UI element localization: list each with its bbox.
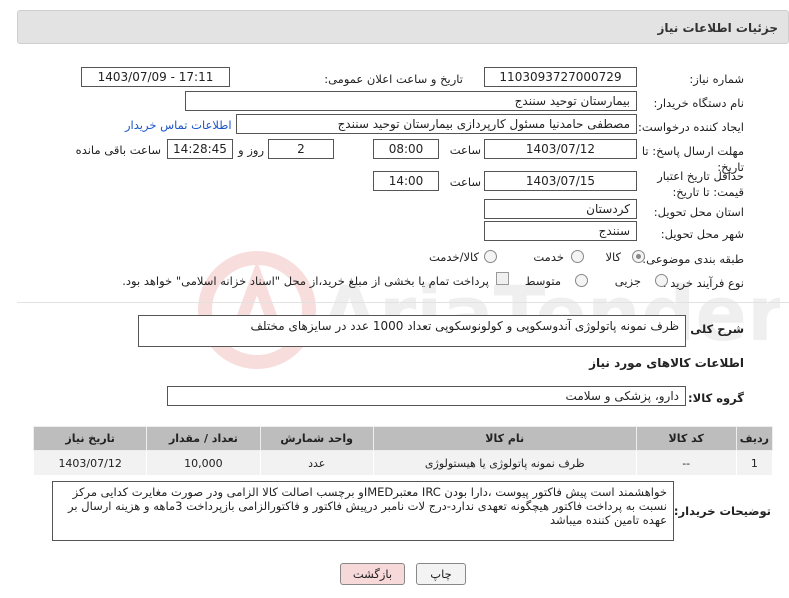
col-date: تاریخ نیاز xyxy=(32,426,148,451)
divider xyxy=(17,302,789,303)
goods-info-title: اطلاعات کالاهای مورد نیاز xyxy=(589,356,744,370)
table-row: 1 -- ظرف نمونه پاتولوژی یا هیستولوژی عدد… xyxy=(32,450,774,476)
goods-table: ردیف کد کالا نام کالا واحد شمارش تعداد /… xyxy=(32,426,774,476)
creator-field: مصطفی حامدنیا مسئول کارپردازی بیمارستان … xyxy=(236,114,637,134)
col-qty: تعداد / مقدار xyxy=(146,426,261,451)
validity-label: حداقل تاریخ اعتبار قیمت: تا تاریخ: xyxy=(657,169,744,199)
deadline-time-field: 08:00 xyxy=(373,139,439,159)
back-button[interactable]: بازگشت xyxy=(340,563,405,585)
purchase-type-label: نوع فرآیند خرید : xyxy=(662,276,744,290)
col-code: کد کالا xyxy=(635,426,737,451)
need-number-field: 1103093727000729 xyxy=(484,67,637,87)
page-title: جزئیات اطلاعات نیاز xyxy=(657,21,778,35)
purchase-option-medium: متوسط xyxy=(524,274,561,288)
category-radio-goods[interactable] xyxy=(632,250,645,263)
category-option-goods: کالا xyxy=(605,250,621,264)
days-field: 2 xyxy=(268,139,334,159)
province-field: کردستان xyxy=(484,199,637,219)
city-label: شهر محل تحویل: xyxy=(660,227,744,241)
buyer-notes-label: توضیحات خریدار: xyxy=(673,504,771,518)
validity-date-field: 1403/07/15 xyxy=(484,171,637,191)
cell-qty: 10,000 xyxy=(146,450,261,476)
announce-label: تاریخ و ساعت اعلان عمومی: xyxy=(324,72,463,86)
cell-date: 1403/07/12 xyxy=(32,450,148,476)
col-unit: واحد شمارش xyxy=(259,426,374,451)
summary-textarea[interactable]: ظرف نمونه پاتولوژی آندوسکوپی و کولونوسکو… xyxy=(138,315,686,347)
category-radio-service[interactable] xyxy=(571,250,584,263)
cell-row: 1 xyxy=(735,450,774,476)
purchase-option-minor: جزیی xyxy=(614,274,641,288)
table-header-row: ردیف کد کالا نام کالا واحد شمارش تعداد /… xyxy=(32,426,774,451)
deadline-date-field: 1403/07/12 xyxy=(484,139,637,159)
buyer-org-field: بیمارستان توحید سنندج xyxy=(185,91,637,111)
deadline-time-label: ساعت xyxy=(449,143,481,157)
category-radio-both[interactable] xyxy=(484,250,497,263)
remaining-label: ساعت باقی مانده xyxy=(75,143,161,157)
validity-time-label: ساعت xyxy=(449,175,481,189)
city-field: سنندج xyxy=(484,221,637,241)
treasury-note: پرداخت تمام یا بخشی از مبلغ خرید،از محل … xyxy=(122,274,489,288)
col-name: نام کالا xyxy=(372,426,637,451)
remaining-time-field: 14:28:45 xyxy=(167,139,233,159)
category-option-service: خدمت xyxy=(533,250,564,264)
buyer-notes-textarea[interactable]: خواهشمند است پیش فاکتور پیوست ،دارا بودن… xyxy=(52,481,674,541)
contact-info-link[interactable]: اطلاعات تماس خریدار xyxy=(125,118,232,132)
need-number-label: شماره نیاز: xyxy=(689,72,744,86)
page-header: جزئیات اطلاعات نیاز xyxy=(17,10,789,44)
validity-time-field: 14:00 xyxy=(373,171,439,191)
cell-code: -- xyxy=(635,450,737,476)
print-button[interactable]: چاپ xyxy=(416,563,466,585)
purchase-radio-minor[interactable] xyxy=(655,274,668,287)
category-option-both: کالا/خدمت xyxy=(428,250,479,264)
purchase-radio-medium[interactable] xyxy=(575,274,588,287)
creator-label: ایجاد کننده درخواست: xyxy=(638,120,744,134)
cell-name: ظرف نمونه پاتولوژی یا هیستولوژی xyxy=(372,450,637,476)
announce-field: 1403/07/09 - 17:11 xyxy=(81,67,230,87)
category-label: طبقه بندی موضوعی: xyxy=(642,252,744,266)
cell-unit: عدد xyxy=(259,450,374,476)
goods-group-field: دارو، پزشکی و سلامت xyxy=(167,386,686,406)
province-label: استان محل تحویل: xyxy=(653,205,744,219)
treasury-checkbox[interactable] xyxy=(496,272,509,285)
col-row: ردیف xyxy=(735,426,774,451)
days-label: روز و xyxy=(238,143,264,157)
goods-group-label: گروه کالا: xyxy=(688,391,744,405)
buyer-org-label: نام دستگاه خریدار: xyxy=(653,96,744,110)
